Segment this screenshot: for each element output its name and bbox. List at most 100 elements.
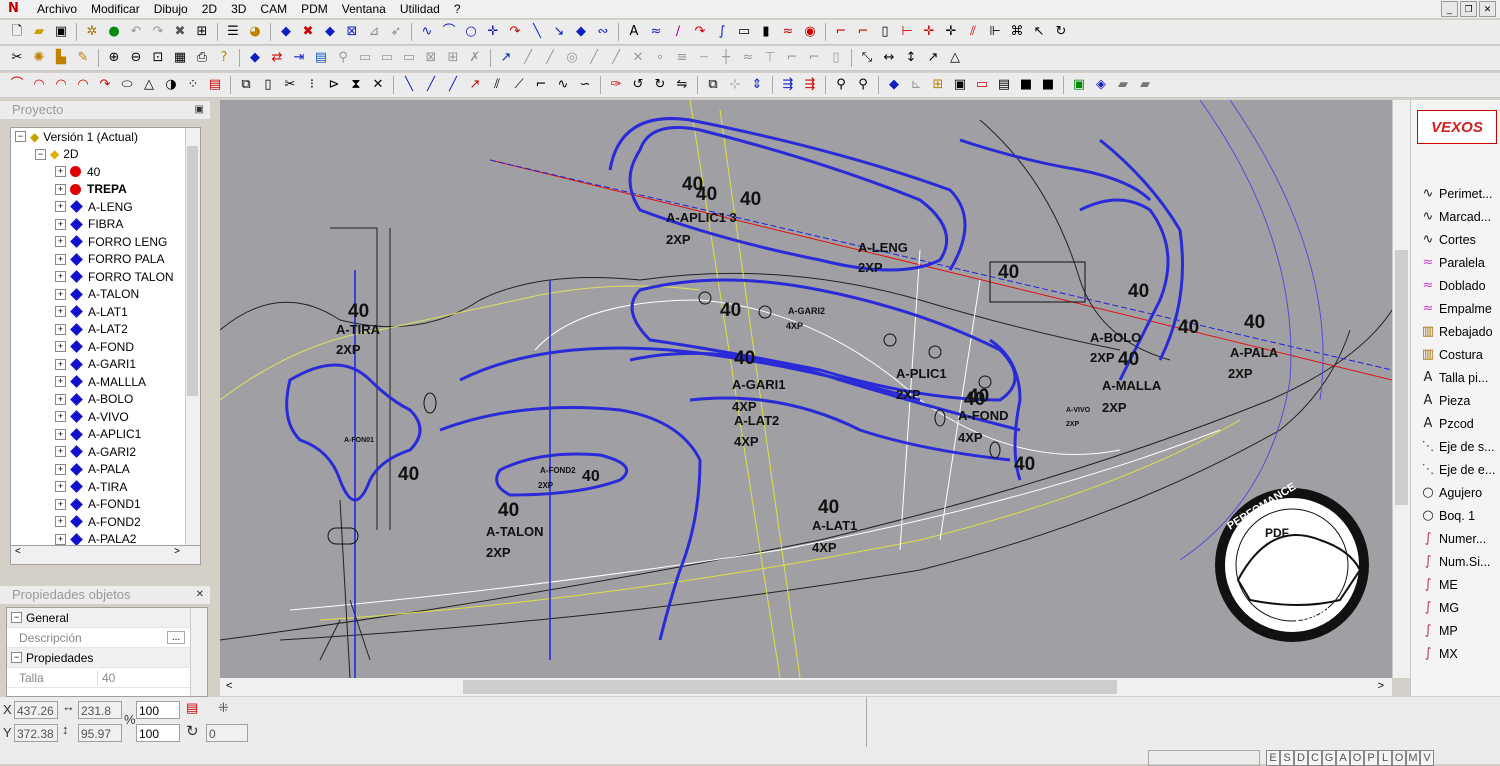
tool-item[interactable]: ∫ Numer... <box>1419 528 1487 549</box>
export-icon[interactable]: ⇥ <box>290 49 308 67</box>
arrow-ne-icon[interactable]: ↗ <box>924 49 942 67</box>
text-path-icon[interactable]: ≈ <box>647 23 665 41</box>
diag4-icon[interactable]: ╱ <box>607 49 625 67</box>
note-icon[interactable]: ▯ <box>827 49 845 67</box>
expand-icon[interactable]: + <box>55 341 66 353</box>
edit-icon[interactable]: ✎ <box>74 49 92 67</box>
delete-x-icon[interactable]: ✖ <box>171 23 189 41</box>
expand-icon[interactable]: + <box>55 358 66 370</box>
palette-icon[interactable]: ◕ <box>246 23 264 41</box>
layer-item[interactable]: + FIBRA <box>11 216 200 234</box>
layer-item[interactable]: + FORRO LENG <box>11 233 200 251</box>
target-icon[interactable]: ◎ <box>563 49 581 67</box>
swap-icon[interactable]: ⇄ <box>268 49 286 67</box>
move-dots-icon[interactable]: ⁜ <box>218 700 229 716</box>
info-icon[interactable]: ● <box>105 23 123 41</box>
expand-icon[interactable]: + <box>55 236 66 248</box>
circle-tool-icon[interactable]: ○ <box>462 23 480 41</box>
brush-icon[interactable]: ▙ <box>52 49 70 67</box>
fillet2-icon[interactable]: ◠ <box>30 76 48 94</box>
panel-pin-icon[interactable]: ▣ <box>195 101 204 119</box>
corner3-icon[interactable]: ⌐ <box>783 49 801 67</box>
freehand-icon[interactable]: ∾ <box>594 23 612 41</box>
collapse-icon[interactable]: − <box>11 652 22 663</box>
properties-scrollbar[interactable] <box>190 608 207 696</box>
rotate-red-icon[interactable]: ↷ <box>691 23 709 41</box>
bar-icon[interactable]: ▭ <box>356 49 374 67</box>
tool-item[interactable]: A Pieza <box>1419 390 1471 411</box>
offset-icon[interactable]: ⫽ <box>488 76 506 94</box>
dots-icon[interactable]: ⁘ <box>184 76 202 94</box>
extend-icon[interactable]: ↗ <box>466 76 484 94</box>
tool-item[interactable]: A Pzcod <box>1419 413 1474 434</box>
collapse-icon[interactable]: − <box>15 131 26 143</box>
layer-item[interactable]: +40 <box>11 163 200 181</box>
image-icon[interactable]: ▣ <box>1070 76 1088 94</box>
settings-gear-icon[interactable]: ✲ <box>83 23 101 41</box>
tee-icon[interactable]: ⊤ <box>761 49 779 67</box>
cross-red-icon[interactable]: ✛ <box>920 23 938 41</box>
pattern-drawing[interactable]: 40 A-TIRA 2XP A-FON01 40 40 A-TALON 2XP … <box>220 100 1392 678</box>
layer-item[interactable]: + A-VIVO <box>11 408 200 426</box>
measure2-icon[interactable]: ⤡ <box>858 49 876 67</box>
polyline-icon[interactable]: ↘ <box>550 23 568 41</box>
expand-icon[interactable]: + <box>55 271 66 283</box>
layer-item[interactable]: + A-PALA <box>11 461 200 479</box>
align-icon[interactable]: ◆ <box>246 49 264 67</box>
bar3-icon[interactable]: ▭ <box>400 49 418 67</box>
layer-item[interactable]: + TREPA <box>11 181 200 199</box>
layer-item[interactable]: + A-MALLLA <box>11 373 200 391</box>
expand-icon[interactable]: + <box>55 516 66 528</box>
layer-item[interactable]: + A-FOND <box>11 338 200 356</box>
expand-icon[interactable]: + <box>55 201 66 213</box>
panel-close-icon[interactable]: ✕ <box>196 586 204 604</box>
blue-line1-icon[interactable]: ╲ <box>400 76 418 94</box>
tool-item[interactable]: ▥ Rebajado <box>1419 321 1493 342</box>
updown-icon[interactable]: ⇕ <box>748 76 766 94</box>
layer-item[interactable]: + A-LAT1 <box>11 303 200 321</box>
canvas-hscroll-thumb[interactable] <box>463 680 1117 694</box>
properties-section[interactable]: − Propiedades <box>7 648 207 668</box>
tree-scroll-thumb[interactable] <box>187 146 198 396</box>
fillet1-icon[interactable]: ⌒ <box>8 76 26 94</box>
page-icon[interactable]: ▯ <box>876 23 894 41</box>
tool-item[interactable]: ∿ Perimet... <box>1419 183 1493 204</box>
tool-item[interactable]: ∿ Marcad... <box>1419 206 1492 227</box>
zoom2-icon[interactable]: ⚲ <box>832 76 850 94</box>
axes-icon[interactable]: ⊾ <box>907 76 925 94</box>
tool-item[interactable]: ≈ Doblado <box>1419 275 1486 296</box>
tool-item[interactable]: ≈ Paralela <box>1419 252 1485 273</box>
rectangle-icon[interactable]: ▭ <box>735 23 753 41</box>
help-icon[interactable]: ? <box>215 49 233 67</box>
redo-icon[interactable]: ↷ <box>149 23 167 41</box>
canvas-vscroll-thumb[interactable] <box>1395 250 1408 505</box>
zoom-window-icon[interactable]: ⊡ <box>149 49 167 67</box>
doc-icon[interactable]: ▤ <box>312 49 330 67</box>
slope-icon[interactable]: ⟋ <box>510 76 528 94</box>
lines-icon[interactable]: ≡ <box>673 49 691 67</box>
minimize-icon[interactable]: _ <box>1441 1 1458 17</box>
layer-item[interactable]: + A-LENG <box>11 198 200 216</box>
measure-icon[interactable]: ⊿ <box>365 23 383 41</box>
plus2-icon[interactable]: ┼ <box>717 49 735 67</box>
layer-item[interactable]: + A-FOND1 <box>11 496 200 514</box>
tick-icon[interactable]: ⊢ <box>898 23 916 41</box>
close-icon[interactable]: ✕ <box>1479 1 1496 17</box>
stair-icon[interactable]: ⌐ <box>532 76 550 94</box>
corner4-icon[interactable]: ⌐ <box>805 49 823 67</box>
undo-icon[interactable]: ↶ <box>127 23 145 41</box>
expand-icon[interactable]: + <box>55 376 66 388</box>
pen-icon[interactable]: ∕ <box>669 23 687 41</box>
expand-icon[interactable]: + <box>55 306 66 318</box>
zoom-out-icon[interactable]: ⊖ <box>127 49 145 67</box>
zoom-y-input[interactable]: 100 <box>136 724 180 742</box>
half-circle-icon[interactable]: ◑ <box>162 76 180 94</box>
expand-icon[interactable]: + <box>55 393 66 405</box>
menu-modificar[interactable]: Modificar <box>84 0 147 18</box>
tool-item[interactable]: ∫ MX <box>1419 643 1458 664</box>
expand-icon[interactable]: + <box>55 498 66 510</box>
zoom-in-icon[interactable]: ⊕ <box>105 49 123 67</box>
cut-tool-icon[interactable]: ✂ <box>8 49 26 67</box>
menu-ventana[interactable]: Ventana <box>335 0 393 18</box>
layer-item[interactable]: + FORRO PALA <box>11 251 200 269</box>
